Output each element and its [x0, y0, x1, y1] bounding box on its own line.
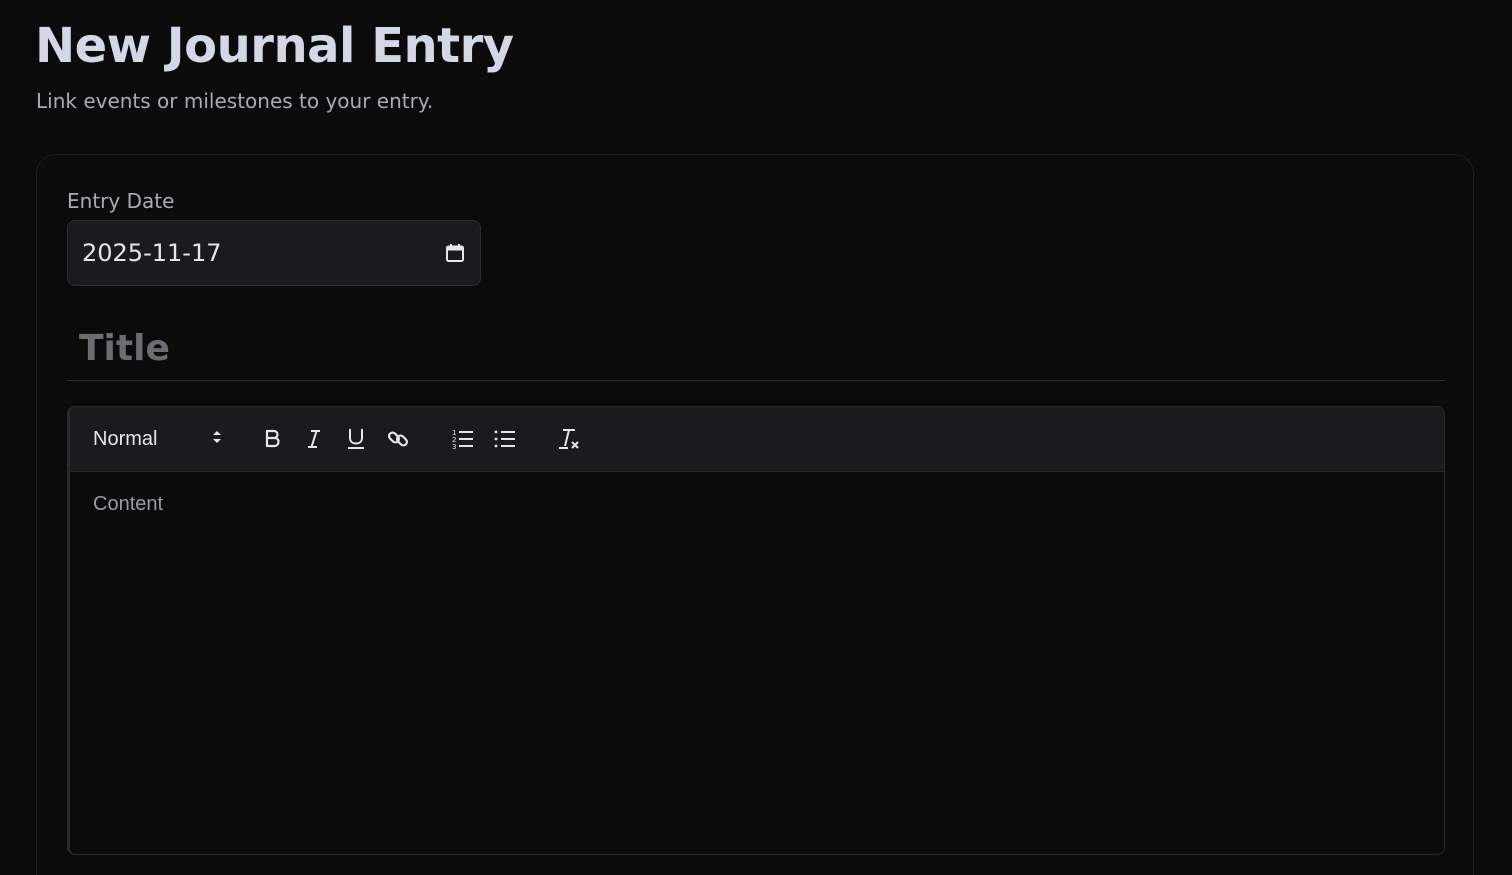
page-subtitle: Link events or milestones to your entry. [36, 89, 434, 113]
svg-text:3: 3 [452, 443, 456, 451]
journal-entry-page: New Journal Entry Link events or milesto… [0, 0, 1512, 875]
underline-icon[interactable] [342, 425, 370, 453]
bold-icon[interactable] [258, 425, 286, 453]
text-style-select[interactable]: Normal [93, 425, 223, 453]
text-style-select-value: Normal [93, 427, 158, 450]
entry-date-input[interactable]: 2025-11-17 [67, 220, 481, 286]
title-input[interactable]: Title [67, 317, 1445, 381]
bullet-list-icon[interactable] [491, 425, 519, 453]
editor-toolbar: Normal 1 2 3 [70, 407, 1444, 472]
title-placeholder: Title [79, 328, 170, 369]
content-placeholder: Content [93, 493, 164, 515]
clear-format-icon[interactable] [555, 425, 583, 453]
calendar-icon[interactable] [444, 242, 466, 264]
rich-text-editor: Normal 1 2 3 Content [67, 406, 1445, 855]
entry-date-value[interactable]: 2025-11-17 [82, 239, 444, 267]
editor-content-area[interactable]: Content [70, 472, 1444, 854]
link-icon[interactable] [384, 425, 412, 453]
entry-date-label: Entry Date [67, 189, 175, 213]
page-title: New Journal Entry [35, 18, 514, 74]
entry-form-card: Entry Date 2025-11-17 Title Normal 1 2 3… [36, 154, 1474, 875]
select-arrows-icon [211, 428, 223, 450]
italic-icon[interactable] [300, 425, 328, 453]
ordered-list-icon[interactable]: 1 2 3 [449, 425, 477, 453]
